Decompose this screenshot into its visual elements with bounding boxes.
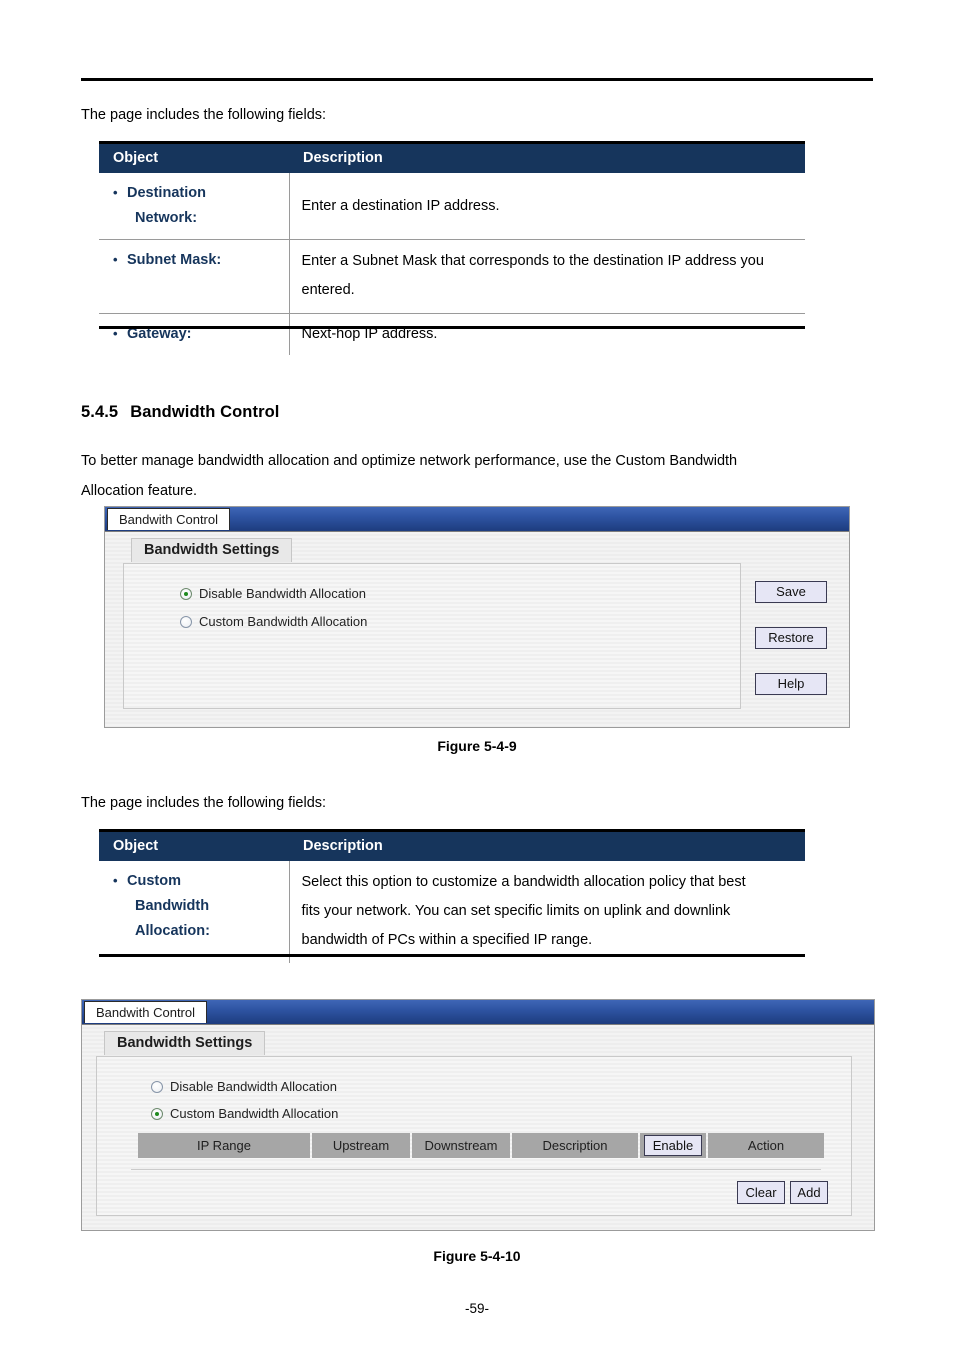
add-button[interactable]: Add: [790, 1181, 828, 1204]
bandwidth-settings-panel: Disable Bandwidth Allocation Custom Band…: [123, 563, 741, 709]
radio-row-disable-bandwidth-allocation[interactable]: Disable Bandwidth Allocation: [151, 1079, 337, 1094]
document-page: The page includes the following fields: …: [0, 0, 954, 1350]
page-number: -59-: [464, 1301, 489, 1316]
figure-5-4-10-screenshot: Bandwith Control Bandwidth Settings Disa…: [81, 999, 875, 1231]
tab-bandwith-control[interactable]: Bandwith Control: [84, 1001, 207, 1023]
paragraph-line: To better manage bandwidth allocation an…: [81, 453, 738, 469]
radio-label-disable-bandwidth-allocation: Disable Bandwidth Allocation: [199, 586, 366, 601]
radio-disable-bandwidth-allocation-icon[interactable]: [151, 1080, 163, 1093]
page-title: 5.4.5 Bandwidth Control: [81, 403, 279, 422]
router-page-body: Bandwidth Settings Disable Bandwidth All…: [105, 532, 849, 727]
table-row: Subnet Mask: Enter a Subnet Mask that co…: [99, 239, 805, 314]
table2-row0-description: Select this option to customize a bandwi…: [289, 861, 805, 963]
section-paragraph: To better manage bandwidth allocation an…: [81, 446, 873, 506]
object-label-line: Allocation:: [135, 923, 210, 939]
figure-5-4-9-caption: Figure 5-4-9: [437, 738, 517, 754]
table2-bottom-rule: [99, 954, 805, 957]
save-button[interactable]: Save: [755, 581, 827, 603]
table1-bottom-rule: [99, 326, 805, 329]
routing-fields-table: Object Description Destination Network: …: [99, 144, 805, 355]
table1-header-description: Description: [289, 144, 805, 173]
description-line: entered.: [301, 282, 355, 298]
figure-5-4-10-caption: Figure 5-4-10: [433, 1248, 521, 1264]
description-line: bandwidth of PCs within a specified IP r…: [301, 932, 593, 948]
grid-separator: [131, 1169, 821, 1170]
grid-header-action[interactable]: Action: [708, 1133, 824, 1158]
grid-header-enable-cell: Enable: [640, 1133, 706, 1158]
radio-custom-bandwidth-allocation-icon[interactable]: [151, 1107, 163, 1120]
table1-row1-object: Subnet Mask:: [99, 239, 290, 314]
table1-header-object: Object: [99, 144, 289, 173]
enable-button[interactable]: Enable: [643, 1135, 703, 1156]
router-titlebar: Bandwith Control: [105, 507, 849, 532]
bandwidth-settings-panel: Disable Bandwidth Allocation Custom Band…: [96, 1056, 852, 1216]
table2-row0-object: Custom Bandwidth Allocation:: [99, 861, 290, 963]
table2-header-object: Object: [99, 832, 289, 861]
description-line: Select this option to customize a bandwi…: [301, 874, 746, 890]
panel-tab-bandwidth-settings[interactable]: Bandwidth Settings: [104, 1031, 266, 1055]
section-number: 5.4.5: [81, 403, 119, 421]
restore-button[interactable]: Restore: [755, 627, 827, 649]
table-header-row: Object Description: [99, 832, 805, 861]
object-label-line: Network:: [135, 210, 198, 226]
description-line: fits your network. You can set specific …: [301, 903, 731, 919]
radio-disable-bandwidth-allocation-icon[interactable]: [180, 587, 192, 600]
table-header-row: Object Description: [99, 144, 805, 173]
grid-header-downstream[interactable]: Downstream: [412, 1133, 510, 1158]
table2-header-description: Description: [289, 832, 805, 861]
grid-header-upstream[interactable]: Upstream: [312, 1133, 410, 1158]
bandwidth-fields-table: Object Description Custom Bandwidth Allo…: [99, 832, 805, 963]
radio-row-disable-bandwidth-allocation[interactable]: Disable Bandwidth Allocation: [180, 586, 366, 601]
grid-header-ip-range[interactable]: IP Range: [138, 1133, 310, 1158]
radio-row-custom-bandwidth-allocation[interactable]: Custom Bandwidth Allocation: [151, 1106, 338, 1121]
object-label-line: Custom: [127, 868, 283, 894]
description-line: Enter a Subnet Mask that corresponds to …: [301, 253, 764, 269]
radio-row-custom-bandwidth-allocation[interactable]: Custom Bandwidth Allocation: [180, 614, 367, 629]
object-label-line: Subnet Mask:: [127, 247, 283, 273]
table-row: Destination Network: Enter a destination…: [99, 173, 805, 240]
table1-row2-description: Next-hop IP address.: [289, 314, 805, 356]
router-titlebar: Bandwith Control: [82, 1000, 874, 1025]
radio-label-disable-bandwidth-allocation: Disable Bandwidth Allocation: [170, 1079, 337, 1094]
radio-label-custom-bandwidth-allocation: Custom Bandwidth Allocation: [170, 1106, 339, 1121]
clear-button[interactable]: Clear: [737, 1181, 785, 1204]
figure-5-4-9-screenshot: Bandwith Control Bandwidth Settings Disa…: [104, 506, 850, 728]
bandwidth-rules-grid-header: IP Range Upstream Downstream Description…: [138, 1133, 824, 1158]
description-line: Enter a destination IP address.: [301, 197, 500, 214]
intro-text-1: The page includes the following fields:: [81, 107, 327, 123]
table1-row2-object: Gateway:: [99, 313, 290, 355]
section-title: Bandwidth Control: [130, 403, 280, 421]
router-page-body: Bandwidth Settings Disable Bandwidth All…: [82, 1025, 874, 1230]
table-row: Custom Bandwidth Allocation: Select this…: [99, 861, 805, 963]
object-label-line: Gateway:: [127, 321, 283, 347]
table1-row0-description: Enter a destination IP address.: [289, 173, 805, 240]
radio-label-custom-bandwidth-allocation: Custom Bandwidth Allocation: [199, 614, 368, 629]
intro-text-2: The page includes the following fields:: [81, 795, 327, 811]
paragraph-line: Allocation feature.: [81, 483, 198, 499]
table1-row0-object: Destination Network:: [99, 173, 290, 240]
table1-row1-description: Enter a Subnet Mask that corresponds to …: [289, 239, 805, 314]
panel-tab-bandwidth-settings[interactable]: Bandwidth Settings: [131, 538, 293, 562]
object-label-line: Bandwidth: [135, 898, 210, 914]
page-header-rule: [81, 78, 873, 81]
tab-bandwith-control[interactable]: Bandwith Control: [107, 508, 230, 530]
grid-header-description[interactable]: Description: [512, 1133, 638, 1158]
help-button[interactable]: Help: [755, 673, 827, 695]
radio-custom-bandwidth-allocation-icon[interactable]: [180, 615, 192, 628]
object-label-line: Destination: [127, 180, 283, 206]
table-row: Gateway: Next-hop IP address.: [99, 313, 805, 356]
